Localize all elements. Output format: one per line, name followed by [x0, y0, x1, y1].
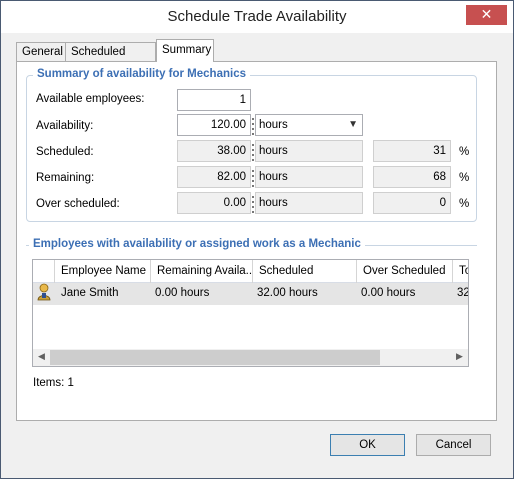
column-header-employee-name[interactable]: Employee Name	[55, 260, 151, 283]
over-scheduled-label: Over scheduled:	[36, 198, 120, 210]
scheduled-percent-sign: %	[459, 146, 470, 158]
cancel-button[interactable]: Cancel	[416, 434, 491, 456]
remaining-percent-sign: %	[459, 172, 470, 184]
items-count: Items: 1	[33, 377, 74, 389]
employees-grid[interactable]: Employee Name Remaining Availa... Schedu…	[32, 259, 469, 367]
scheduled-hours-field: 38.00	[177, 140, 251, 162]
chevron-down-icon: ▼	[348, 119, 358, 130]
employees-group-title: Employees with availability or assigned …	[29, 238, 365, 250]
tab-summary[interactable]: Summary	[156, 39, 214, 62]
over-scheduled-percent-field: 0	[373, 192, 451, 214]
close-button[interactable]: ✕	[466, 5, 507, 25]
over-scheduled-percent-sign: %	[459, 198, 470, 210]
remaining-label: Remaining:	[36, 172, 95, 184]
window-title: Schedule Trade Availability	[167, 8, 347, 25]
header-icon-column	[33, 260, 55, 283]
available-employees-field[interactable]: 1	[177, 89, 251, 111]
table-row[interactable]: Jane Smith 0.00 hours 32.00 hours 0.00 h…	[33, 283, 469, 305]
available-employees-label: Available employees:	[36, 93, 145, 105]
column-header-over-scheduled[interactable]: Over Scheduled	[357, 260, 453, 283]
ok-button[interactable]: OK	[330, 434, 405, 456]
tab-general[interactable]: General	[16, 42, 66, 62]
scheduled-unit-field: hours	[255, 140, 363, 162]
cell-over-scheduled: 0.00 hours	[361, 287, 416, 299]
availability-unit-select[interactable]: hours ▼	[255, 114, 363, 136]
scroll-left-icon[interactable]: ◀	[33, 351, 50, 362]
availability-summary-title: Summary of availability for Mechanics	[33, 68, 250, 80]
scheduled-percent-field: 31	[373, 140, 451, 162]
scrollbar-thumb[interactable]	[50, 350, 380, 365]
column-header-scheduled[interactable]: Scheduled	[253, 260, 357, 283]
over-scheduled-unit-field: hours	[255, 192, 363, 214]
cell-remaining: 0.00 hours	[155, 287, 210, 299]
person-icon	[33, 283, 55, 305]
horizontal-scrollbar[interactable]: ◀ ▶	[33, 349, 468, 366]
cell-total: 32.0	[457, 287, 469, 299]
remaining-percent-field: 68	[373, 166, 451, 188]
dialog-window: Schedule Trade Availability ✕ General Sc…	[0, 0, 514, 479]
cell-employee-name: Jane Smith	[61, 287, 119, 299]
title-bar: Schedule Trade Availability ✕	[1, 1, 513, 33]
tab-scheduled-tasks[interactable]: Scheduled Tasks	[65, 42, 156, 76]
availability-summary-group: Summary of availability for Mechanics Av…	[26, 68, 477, 222]
summary-panel: Summary of availability for Mechanics Av…	[16, 61, 497, 421]
grid-header: Employee Name Remaining Availa... Schedu…	[33, 260, 468, 283]
availability-label: Availability:	[36, 120, 94, 132]
cell-scheduled: 32.00 hours	[257, 287, 318, 299]
column-header-remaining[interactable]: Remaining Availa...	[151, 260, 253, 283]
remaining-hours-field: 82.00	[177, 166, 251, 188]
availability-unit-value: hours	[259, 119, 288, 131]
column-header-total[interactable]: Tot	[453, 260, 468, 283]
scheduled-label: Scheduled:	[36, 146, 94, 158]
remaining-unit-field: hours	[255, 166, 363, 188]
over-scheduled-hours-field: 0.00	[177, 192, 251, 214]
availability-field[interactable]: 120.00	[177, 114, 251, 136]
scroll-right-icon[interactable]: ▶	[451, 351, 468, 362]
